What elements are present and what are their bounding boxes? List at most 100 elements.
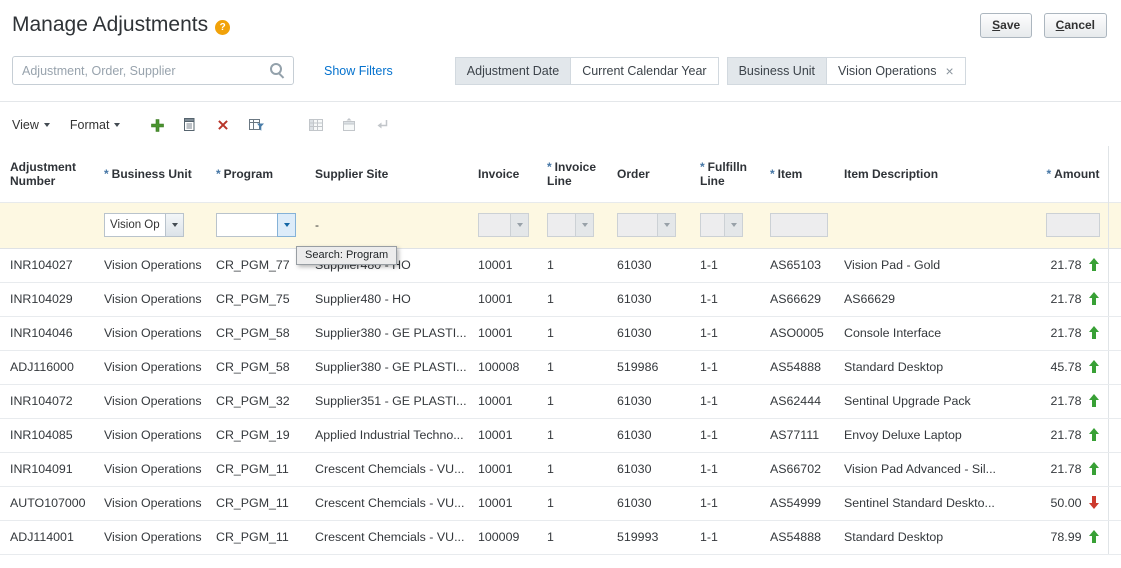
cell-supplier-site: Supplier380 - GE PLASTI...: [305, 316, 468, 351]
program-filter-dropdown-button[interactable]: [277, 213, 296, 237]
cell-invoice: 100009: [468, 520, 537, 555]
fulfill-line-filter-combo: [700, 213, 743, 237]
cell-cut: [1107, 316, 1121, 351]
amount-up-arrow-icon: [1088, 428, 1100, 441]
cell-amount: 21.78: [1016, 418, 1108, 453]
top-bar: Manage Adjustments ? Save Cancel: [0, 0, 1121, 38]
save-button[interactable]: Save: [980, 13, 1033, 38]
cell-item: AS54888: [760, 520, 834, 555]
table-row[interactable]: INR104072 Vision Operations CR_PGM_32 Suppl…: [0, 384, 1121, 419]
search-box: [12, 56, 294, 85]
cell-cut: [1107, 248, 1121, 283]
invoice-filter-dropdown-button: [510, 213, 529, 237]
cell-amount: 50.00: [1016, 486, 1108, 521]
column-header-item[interactable]: * Item: [760, 146, 834, 202]
filter-tokens: Adjustment Date Current Calendar Year Busi…: [454, 56, 966, 85]
cell-order: 61030: [607, 248, 690, 283]
table-row[interactable]: INR104085 Vision Operations CR_PGM_19 Appli…: [0, 418, 1121, 453]
page-title: Manage Adjustments: [12, 13, 209, 36]
column-header-invoice_line[interactable]: * Invoice Line: [537, 146, 607, 202]
remove-filter-icon[interactable]: ×: [945, 64, 953, 78]
table-row[interactable]: INR104091 Vision Operations CR_PGM_11 Cresc…: [0, 452, 1121, 487]
chevron-down-icon: [730, 223, 737, 227]
filter-token-label[interactable]: Adjustment Date: [454, 56, 572, 85]
cell-invoice: 10001: [468, 418, 537, 453]
filter-token-value[interactable]: Current Calendar Year: [571, 56, 719, 85]
show-filters-link[interactable]: Show Filters: [324, 64, 393, 78]
filter-token-label[interactable]: Business Unit: [726, 56, 828, 85]
required-asterisk: *: [700, 159, 705, 174]
top-actions: Save Cancel: [973, 13, 1107, 38]
duplicate-icon[interactable]: [181, 116, 199, 134]
table-row[interactable]: ADJ116000 Vision Operations CR_PGM_58 Suppl…: [0, 350, 1121, 385]
business-unit-filter-dropdown-button[interactable]: [165, 213, 184, 237]
cell-fulfill-line: 1-1: [690, 418, 760, 453]
table-row[interactable]: ADJ114001 Vision Operations CR_PGM_11 Cresc…: [0, 520, 1121, 555]
view-menu[interactable]: View: [12, 118, 50, 132]
cell-invoice: 10001: [468, 316, 537, 351]
cell-order: 61030: [607, 282, 690, 317]
cell-program: CR_PGM_77: [206, 248, 305, 283]
title-wrap: Manage Adjustments ?: [12, 13, 231, 37]
cell-order: 61030: [607, 316, 690, 351]
cell-invoice-line: 1: [537, 350, 607, 385]
chevron-down-icon: [283, 223, 290, 227]
filter-token: Adjustment Date Current Calendar Year: [454, 56, 719, 85]
column-header-program[interactable]: * Program: [206, 146, 305, 202]
column-header-item_description[interactable]: Item Description: [834, 146, 1016, 202]
cell-business-unit: Vision Operations: [94, 350, 206, 385]
table-row[interactable]: INR104029 Vision Operations CR_PGM_75 Suppl…: [0, 282, 1121, 317]
cell-adjustment-number: INR104046: [0, 316, 94, 351]
help-icon[interactable]: ?: [215, 20, 231, 35]
filter-cell-order: [607, 201, 690, 249]
required-asterisk: *: [216, 166, 221, 181]
cell-item: AS54888: [760, 350, 834, 385]
cell-adjustment-number: INR104072: [0, 384, 94, 419]
cell-supplier-site: Supplier380 - GE PLASTI...: [305, 350, 468, 385]
view-menu-label: View: [12, 118, 39, 132]
column-header-business_unit[interactable]: * Business Unit: [94, 146, 206, 202]
filter-token-value[interactable]: Vision Operations ×: [827, 56, 966, 85]
column-header-amount[interactable]: * Amount: [1016, 146, 1108, 202]
table-toolbar: View Format: [0, 102, 1121, 146]
cell-business-unit: Vision Operations: [94, 282, 206, 317]
business-unit-filter-input[interactable]: [104, 213, 165, 237]
search-input[interactable]: [12, 56, 294, 85]
cell-cut: [1107, 486, 1121, 521]
cell-invoice: 100008: [468, 350, 537, 385]
amount-up-arrow-icon: [1088, 530, 1100, 543]
format-menu[interactable]: Format: [70, 118, 121, 132]
delete-icon[interactable]: [214, 116, 232, 134]
cell-program: CR_PGM_11: [206, 520, 305, 555]
filter-cell-invoice: [468, 201, 537, 249]
filter-cell-business-unit: [94, 201, 206, 249]
amount-up-arrow-icon: [1088, 462, 1100, 475]
cell-fulfill-line: 1-1: [690, 248, 760, 283]
query-by-example-icon[interactable]: [247, 116, 265, 134]
cell-supplier-site: Supplier480 - HO: [305, 282, 468, 317]
amount-value: 21.78: [1050, 462, 1082, 476]
add-icon[interactable]: [148, 116, 166, 134]
cell-invoice: 10001: [468, 384, 537, 419]
cell-amount: 21.78: [1016, 384, 1108, 419]
cancel-button[interactable]: Cancel: [1043, 13, 1107, 38]
amount-value: 21.78: [1050, 326, 1082, 340]
column-header-adjustment_number[interactable]: Adjustment Number: [0, 146, 94, 202]
table-header-row: Adjustment Number * Business Unit * Program S…: [0, 146, 1121, 202]
column-header-cut: [1107, 146, 1121, 202]
column-header-invoice[interactable]: Invoice: [468, 146, 537, 202]
table-row[interactable]: INR104046 Vision Operations CR_PGM_58 Suppl…: [0, 316, 1121, 351]
amount-up-arrow-icon: [1088, 394, 1100, 407]
chevron-down-icon: [114, 123, 121, 127]
table-row[interactable]: AUTO107000 Vision Operations CR_PGM_11 Cres…: [0, 486, 1121, 521]
column-header-supplier_site[interactable]: Supplier Site: [305, 146, 468, 202]
table-row[interactable]: INR104027 Vision Operations CR_PGM_77 Suppl…: [0, 248, 1121, 283]
column-header-fulfill_line[interactable]: * Fulfilln Line: [690, 146, 760, 202]
column-header-order[interactable]: Order: [607, 146, 690, 202]
cell-cut: [1107, 282, 1121, 317]
cell-item: AS65103: [760, 248, 834, 283]
cell-item-description: Sentinal Upgrade Pack: [834, 384, 1016, 419]
program-filter-input[interactable]: [216, 213, 277, 237]
cell-item-description: AS66629: [834, 282, 1016, 317]
search-icon[interactable]: [270, 63, 286, 79]
